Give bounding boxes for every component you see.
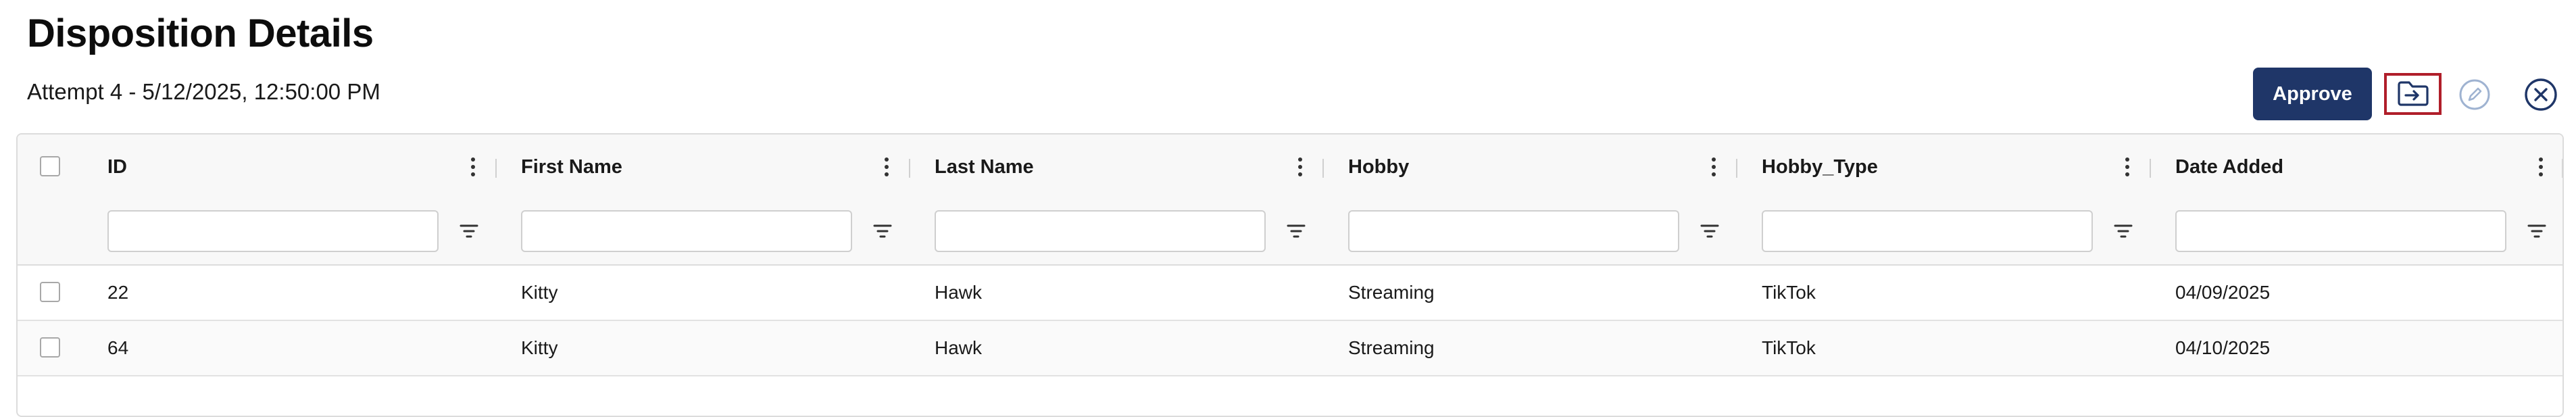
disposition-table: ID First Name Last Name Hobby Hobby_Type… <box>16 133 2564 417</box>
filter-input-first-name[interactable] <box>521 210 852 252</box>
cell-hobby: Streaming <box>1348 282 1435 303</box>
import-button[interactable] <box>2384 73 2442 115</box>
column-divider[interactable] <box>1736 159 1737 178</box>
row-checkbox[interactable] <box>40 282 60 302</box>
select-all-checkbox[interactable] <box>40 156 60 176</box>
cell-hobby-type: TikTok <box>1762 337 1816 358</box>
column-label-hobby: Hobby <box>1348 156 1410 178</box>
filter-input-last-name[interactable] <box>935 210 1266 252</box>
table-row[interactable]: 64 Kitty Hawk Streaming TikTok 04/10/202… <box>18 321 2562 376</box>
cell-id: 22 <box>107 282 129 303</box>
column-divider[interactable] <box>2150 159 2151 178</box>
filter-input-date-added[interactable] <box>2175 210 2506 252</box>
filter-icon[interactable] <box>2112 221 2134 241</box>
column-menu-icon[interactable] <box>2121 153 2134 180</box>
column-divider[interactable] <box>495 159 497 178</box>
edit-circle-icon <box>2459 79 2490 110</box>
cell-last-name: Hawk <box>935 337 983 358</box>
table-header-row: ID First Name Last Name Hobby Hobby_Type… <box>18 134 2562 202</box>
column-menu-icon[interactable] <box>1293 153 1307 180</box>
filter-input-hobby-type[interactable] <box>1762 210 2093 252</box>
column-divider[interactable] <box>909 159 910 178</box>
filter-input-hobby[interactable] <box>1348 210 1679 252</box>
filter-icon[interactable] <box>458 221 480 241</box>
close-button[interactable] <box>2521 76 2561 114</box>
column-menu-icon[interactable] <box>1707 153 1720 180</box>
cell-last-name: Hawk <box>935 282 983 303</box>
column-menu-icon[interactable] <box>466 153 480 180</box>
filter-icon[interactable] <box>1285 221 1307 241</box>
import-file-icon <box>2397 81 2429 106</box>
column-divider[interactable] <box>1322 159 1324 178</box>
table-filter-row <box>18 201 2562 266</box>
close-circle-icon <box>2525 78 2557 111</box>
column-menu-icon[interactable] <box>880 153 893 180</box>
filter-icon[interactable] <box>1699 221 1720 241</box>
table-row[interactable]: 22 Kitty Hawk Streaming TikTok 04/09/202… <box>18 266 2562 321</box>
filter-input-id[interactable] <box>107 210 439 252</box>
cell-id: 64 <box>107 337 129 358</box>
attempt-subtitle: Attempt 4 - 5/12/2025, 12:50:00 PM <box>27 79 380 104</box>
row-checkbox[interactable] <box>40 337 60 358</box>
column-label-id: ID <box>107 156 127 178</box>
page-title: Disposition Details <box>27 11 374 55</box>
column-divider[interactable] <box>2562 159 2563 178</box>
cell-date-added: 04/10/2025 <box>2175 337 2271 358</box>
filter-icon[interactable] <box>872 221 893 241</box>
cell-date-added: 04/09/2025 <box>2175 282 2271 303</box>
column-label-date-added: Date Added <box>2175 156 2284 178</box>
approve-button[interactable]: Approve <box>2253 68 2372 120</box>
edit-button[interactable] <box>2456 76 2494 114</box>
column-menu-icon[interactable] <box>2534 153 2548 180</box>
filter-icon[interactable] <box>2526 221 2548 241</box>
cell-hobby: Streaming <box>1348 337 1435 358</box>
cell-first-name: Kitty <box>521 282 558 303</box>
cell-first-name: Kitty <box>521 337 558 358</box>
column-label-first-name: First Name <box>521 156 622 178</box>
cell-hobby-type: TikTok <box>1762 282 1816 303</box>
column-label-last-name: Last Name <box>935 156 1034 178</box>
column-label-hobby-type: Hobby_Type <box>1762 156 1878 178</box>
